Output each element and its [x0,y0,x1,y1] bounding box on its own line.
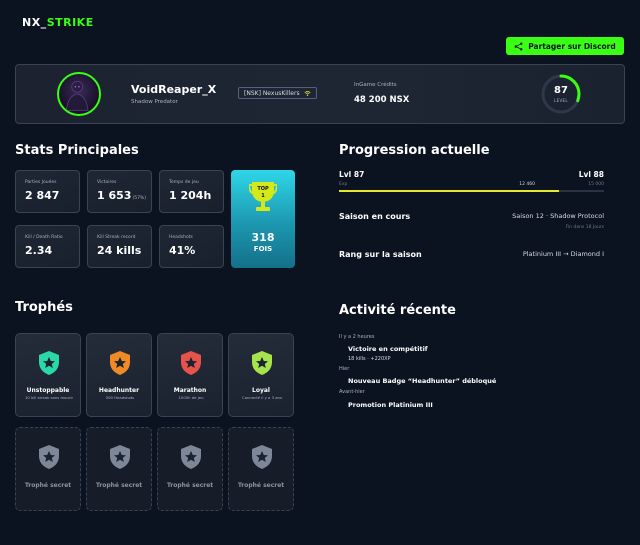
stat-label: Kill / Death Ratio [25,235,63,240]
activity-title[interactable]: Victoire en compétitif [348,345,428,353]
trophy-name: Headhunter [98,387,140,394]
share-icon [514,42,523,50]
trophy-name: Unstoppable [26,387,70,394]
stat-value: 2 847 [25,189,60,202]
trophy-name: Loyal [252,387,270,394]
trophy-desc: Connecté il y a 3 ans [242,395,282,400]
progression-section-title: Progression actuelle [339,143,490,158]
trophy-icon: TOP 1 [249,182,277,211]
shield-star-icon [110,351,130,375]
shield-star-icon [252,351,272,375]
avatar[interactable] [57,72,101,116]
season-label: Saison en cours [339,212,411,221]
trophies-section-title: Trophés [15,300,73,315]
activity-time: Avant-hier [339,389,365,395]
stat-card-kd: Kill / Death Ratio 2.34 [15,225,80,268]
shield-star-icon [39,351,59,375]
username: VoidReaper_X [131,83,217,96]
stat-label: Kill Streak record [97,235,136,240]
shield-star-icon [181,351,201,375]
trophy-desc: 10 kill streak sans mourir [24,395,74,400]
clan-name: [NSK] NexusKillers [244,89,300,97]
trophy-card-secret[interactable]: Trophé secret [15,427,81,511]
logo-text-part2: STRIKE [46,16,94,29]
level-label: LEVEL [554,98,568,103]
trophy-card-loyal[interactable]: Loyal Connecté il y a 3 ans [228,333,294,417]
profile-card [15,64,625,124]
clan-badge[interactable]: [NSK] NexusKillers [238,87,317,99]
trophy-card-secret[interactable]: Trophé secret [228,427,294,511]
next-level: Lvl 88 [578,170,604,179]
stat-value: 2.34 [25,244,53,257]
season-value: Saison 12 · Shadow Protocol [512,212,604,220]
stat-card-headshots: Headshots 41% [159,225,224,268]
trophy-name: Trophé secret [24,482,72,489]
stat-card-killstreak: Kill Streak record 24 kills [87,225,152,268]
wifi-icon [304,90,311,96]
logo-text-part1: NX_ [22,16,47,29]
stat-value: 24 kills [97,244,142,257]
trophy-name: Trophé secret [166,482,214,489]
stat-value: 41% [169,244,196,257]
credits-value: 48 200 NSX [354,95,410,105]
activity-title[interactable]: Promotion Platinium III [348,401,433,409]
stat-unit: (57%) [132,196,146,201]
locked-shield-icon [39,445,59,469]
current-level: Lvl 87 [339,170,365,179]
activity-sub: 18 kills · +220XP [348,356,391,362]
avatar-figure [65,80,89,111]
stat-label: Temps de jeu [169,180,199,185]
xp-progress-fill [339,190,559,192]
locked-shield-icon [181,445,201,469]
top-rank-text: 1 [261,193,265,199]
locked-shield-icon [110,445,130,469]
season-rank-label: Rang sur la saison [339,250,422,259]
activity-title[interactable]: Nouveau Badge “Headhunter” débloqué [348,377,496,385]
stats-section-title: Stats Principales [15,143,139,158]
activity-section-title: Activité récente [339,303,456,318]
stat-value: 1 204h [169,189,212,202]
trophy-name: Marathon [173,387,207,394]
trophy-card-unstoppable[interactable]: Unstoppable 10 kill streak sans mourir [15,333,81,417]
xp-target: 15 000 [588,182,604,187]
share-discord-button[interactable]: Partager sur Discord [506,37,624,55]
stat-label: Headshots [169,235,193,240]
app-logo: NX_STRIKE [22,16,94,29]
xp-label: Exp [339,182,348,187]
xp-current: 12 460 [519,182,535,187]
top-count-value: 318 [251,231,275,244]
level-number: 87 [554,85,568,96]
stat-card-wins: Victoires 1 653(57%) [87,170,152,213]
user-title: Shadow Predator [131,99,178,105]
stat-card-playtime: Temps de jeu 1 204h [159,170,224,213]
credits-label: InGame Crédits [354,82,397,88]
trophy-desc: 1000h de jeu [178,395,204,400]
trophy-card-headhunter[interactable]: Headhunter 500 Headshots [86,333,152,417]
trophy-desc: 500 Headshots [105,395,135,400]
stat-label: Victoires [97,180,117,185]
season-rank-value: Platinium III → Diamond I [522,250,604,258]
trophy-name: Trophé secret [95,482,143,489]
trophy-card-marathon[interactable]: Marathon 1000h de jeu [157,333,223,417]
stat-value: 1 653(57%) [97,189,146,202]
trophy-card-secret[interactable]: Trophé secret [86,427,152,511]
activity-time: Hier [339,366,350,372]
top-count-unit: FOIS [253,245,273,253]
activity-time: Il y a 2 heures [339,334,375,340]
stat-label: Parties Jouées [25,180,57,185]
top-badge-text: TOP [257,186,269,192]
season-end: Fin dans 18 Jours [565,225,604,230]
trophy-name: Trophé secret [237,482,285,489]
trophy-card-secret[interactable]: Trophé secret [157,427,223,511]
stat-card-games: Parties Jouées 2 847 [15,170,80,213]
locked-shield-icon [252,445,272,469]
share-button-label: Partager sur Discord [528,41,616,51]
